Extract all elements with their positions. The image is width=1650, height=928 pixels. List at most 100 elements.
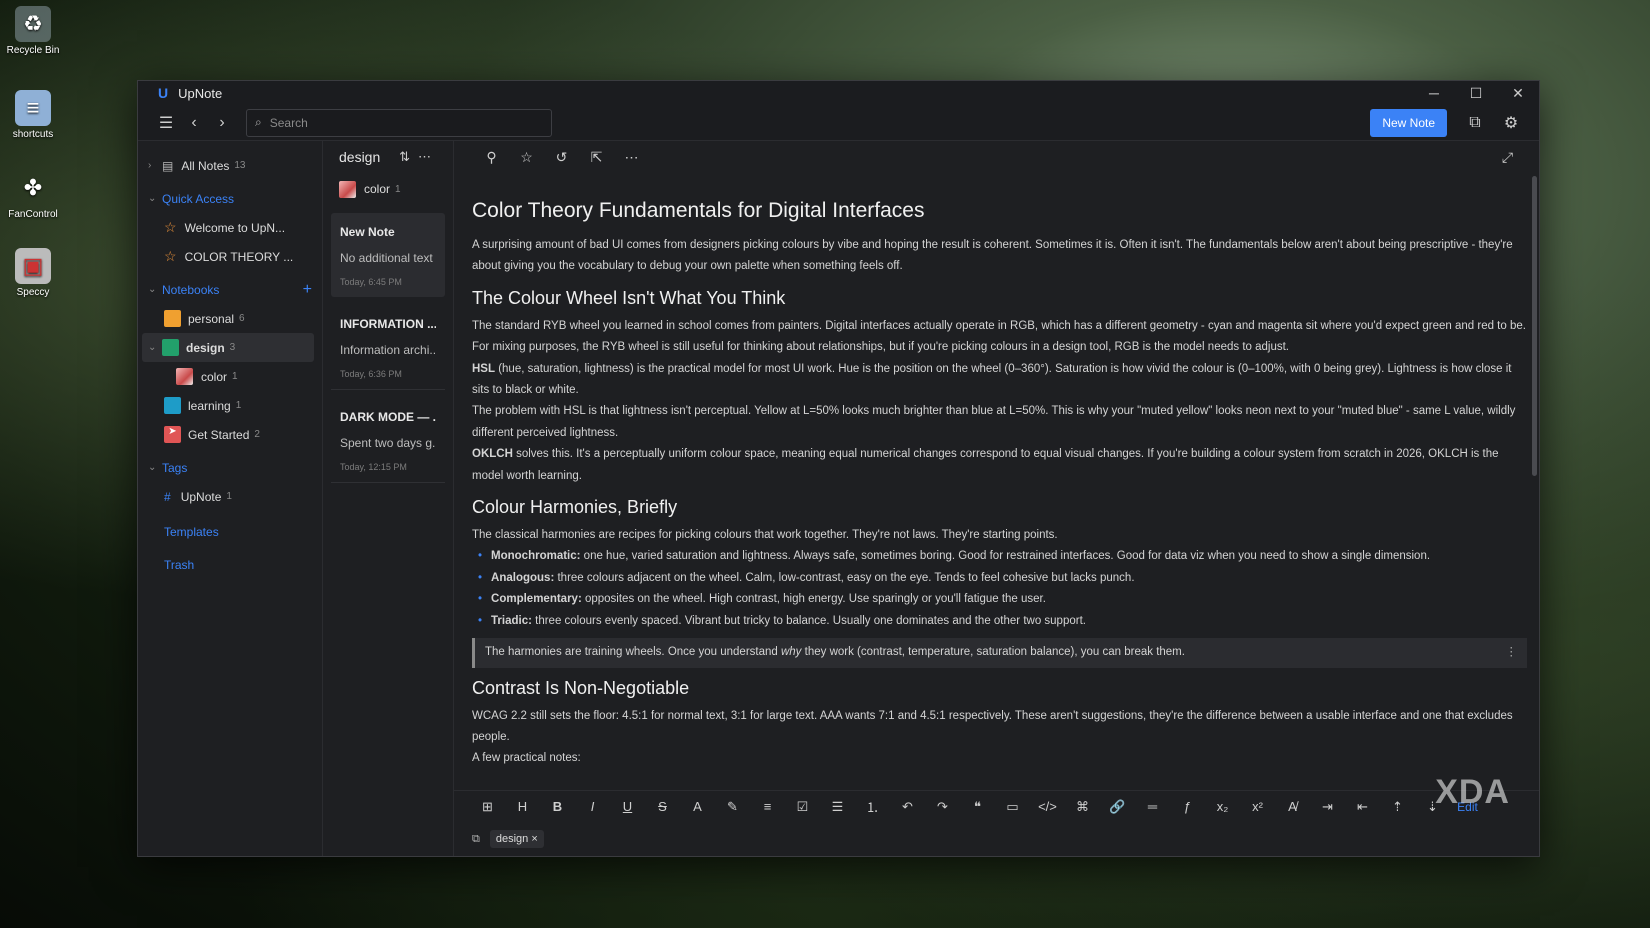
sidebar-item-learning[interactable]: learning 1 xyxy=(138,391,322,420)
strikethrough-icon[interactable]: S xyxy=(645,799,680,814)
sidebar-item-get-started[interactable]: ➤ Get Started 2 xyxy=(138,420,322,449)
code-icon[interactable]: </> xyxy=(1030,799,1065,814)
note-body[interactable]: Color Theory Fundamentals for Digital In… xyxy=(454,173,1539,790)
search-input[interactable] xyxy=(269,115,530,130)
note-card-preview: No additional text xyxy=(340,251,433,265)
divider-icon[interactable]: ═ xyxy=(1135,799,1170,814)
bold-text: Monochromatic: xyxy=(491,550,581,563)
text-color-icon[interactable]: A xyxy=(680,799,715,814)
link-icon[interactable]: 🔗 xyxy=(1100,799,1135,815)
new-window-icon[interactable]: ⧉ xyxy=(1461,109,1489,137)
bold-text: OKLCH xyxy=(472,448,513,461)
sidebar-item-design[interactable]: ⌄ design 3 xyxy=(142,333,314,362)
callout-icon[interactable]: ▭ xyxy=(995,799,1030,815)
tag-label: design xyxy=(495,833,529,845)
note-title[interactable]: Color Theory Fundamentals for Digital In… xyxy=(472,197,1527,225)
outdent-icon[interactable]: ⇤ xyxy=(1345,799,1380,815)
checkbox-icon[interactable]: ☑ xyxy=(785,799,820,815)
redo-icon[interactable]: ↷ xyxy=(925,799,960,815)
close-button[interactable]: ✕ xyxy=(1497,85,1539,102)
desktop-icon-speccy[interactable]: ▣ Speccy xyxy=(4,248,62,298)
note-list-title: design xyxy=(339,149,381,165)
sidebar-item-templates[interactable]: Templates xyxy=(138,517,322,546)
desktop-icon-recycle-bin[interactable]: ♻ Recycle Bin xyxy=(4,6,62,56)
search-box[interactable]: ⌕ xyxy=(246,108,552,137)
chevron-right-icon: › xyxy=(148,160,152,171)
tag-icon[interactable]: ⧉ xyxy=(472,833,480,846)
scrollbar[interactable] xyxy=(1532,176,1537,476)
sidebar-item-all-notes[interactable]: › ▤ All Notes 13 xyxy=(138,151,322,180)
sidebar-item-count: 1 xyxy=(235,400,242,411)
desktop-icon-label: Speccy xyxy=(16,287,50,298)
back-arrow-icon[interactable]: ‹ xyxy=(180,109,208,137)
remove-tag-icon[interactable]: × xyxy=(531,833,537,845)
sidebar-item-trash[interactable]: Trash xyxy=(138,550,322,579)
notes-icon: ▤ xyxy=(162,158,174,173)
pin-icon[interactable]: ⚲ xyxy=(474,143,509,171)
section-label: Quick Access xyxy=(162,191,235,206)
sub-notebook-color[interactable]: color 1 xyxy=(323,173,453,205)
align-icon[interactable]: ≡ xyxy=(750,799,785,814)
collapse-icon[interactable]: ⇡ xyxy=(1380,799,1415,815)
forward-arrow-icon[interactable]: › xyxy=(208,109,236,137)
minimize-button[interactable]: ─ xyxy=(1413,85,1455,102)
callout-more-icon[interactable]: ⋮ xyxy=(1506,642,1518,663)
desktop-icon-shortcuts[interactable]: ≡ shortcuts xyxy=(4,90,62,140)
maximize-button[interactable]: ☐ xyxy=(1455,85,1497,102)
sidebar-item-personal[interactable]: personal 6 xyxy=(138,304,322,333)
hamburger-menu-icon[interactable]: ☰ xyxy=(152,109,180,137)
title-bar[interactable]: U UpNote ─ ☐ ✕ xyxy=(138,81,1539,105)
note-card-preview: Spent two days g... xyxy=(340,436,436,450)
list-item-text: three colours evenly spaced. Vibrant but… xyxy=(531,614,1086,627)
subscript-icon[interactable]: x₂ xyxy=(1205,799,1240,814)
underline-icon[interactable]: U xyxy=(610,799,645,814)
sidebar-section-tags[interactable]: ⌄ Tags xyxy=(138,453,322,482)
note-card[interactable]: New Note No additional text Today, 6:45 … xyxy=(331,213,445,297)
insert-icon[interactable]: ⊞ xyxy=(470,799,505,815)
tag-chip[interactable]: design × xyxy=(489,830,544,848)
history-icon[interactable]: ↺ xyxy=(544,143,579,171)
sidebar-section-quick-access[interactable]: ⌄ Quick Access xyxy=(138,184,322,213)
undo-icon[interactable]: ↶ xyxy=(890,799,925,815)
italic-text: why xyxy=(780,646,802,659)
formula-icon[interactable]: ƒ xyxy=(1170,799,1205,814)
sidebar-item-color-theory[interactable]: ☆ COLOR THEORY ... xyxy=(138,242,322,271)
sidebar-section-notebooks[interactable]: ⌄ Notebooks + xyxy=(138,275,322,304)
heading-icon[interactable]: H xyxy=(505,799,540,814)
sort-icon[interactable]: ⇅ xyxy=(399,149,418,164)
star-icon[interactable]: ☆ xyxy=(509,143,544,171)
note-card[interactable]: DARK MODE — ... Spent two days g... Toda… xyxy=(331,398,445,483)
sidebar-item-welcome[interactable]: ☆ Welcome to UpN... xyxy=(138,213,322,242)
add-notebook-icon[interactable]: + xyxy=(303,281,312,299)
numbered-list-icon[interactable]: ⒈ xyxy=(855,797,890,816)
sub-notebook-label: color xyxy=(364,182,391,196)
sidebar-item-count: 3 xyxy=(229,342,236,353)
italic-icon[interactable]: I xyxy=(575,799,610,814)
tag-bar: ⧉ design × xyxy=(454,822,1539,856)
sidebar-item-tag-upnote[interactable]: # UpNote 1 xyxy=(138,482,322,511)
note-card-title: INFORMATION ... xyxy=(340,317,436,331)
more-icon[interactable]: ⋯ xyxy=(614,143,649,171)
new-note-button[interactable]: New Note xyxy=(1370,108,1447,137)
more-icon[interactable]: ⋯ xyxy=(418,149,439,164)
gear-icon[interactable]: ⚙ xyxy=(1497,109,1525,137)
list-item-text: one hue, varied saturation and lightness… xyxy=(580,550,1431,563)
bold-icon[interactable]: B xyxy=(540,799,575,814)
note-card[interactable]: INFORMATION ... Information archi... Tod… xyxy=(331,305,445,390)
bullet-list-icon[interactable]: ☰ xyxy=(820,799,855,815)
desktop-icon-fancontrol[interactable]: ✤ FanControl xyxy=(4,170,62,220)
highlight-icon[interactable]: ✎ xyxy=(715,799,750,815)
recycle-bin-icon: ♻ xyxy=(15,6,51,42)
quote-icon[interactable]: ❝ xyxy=(960,799,995,815)
expand-icon[interactable]: ⤢ xyxy=(1490,143,1525,171)
superscript-icon[interactable]: x² xyxy=(1240,799,1275,814)
list-item: Analogous: three colours adjacent on the… xyxy=(478,568,1527,589)
heading: The Colour Wheel Isn't What You Think xyxy=(472,287,786,308)
clear-format-icon[interactable]: A̸ xyxy=(1275,799,1310,814)
share-icon[interactable]: ⇱ xyxy=(579,143,614,171)
indent-icon[interactable]: ⇥ xyxy=(1310,799,1345,815)
code-block-icon[interactable]: ⌘ xyxy=(1065,799,1100,815)
paragraph: The classical harmonies are recipes for … xyxy=(472,529,1058,542)
sidebar-item-color[interactable]: color 1 xyxy=(138,362,322,391)
notebook-swatch xyxy=(164,310,181,327)
